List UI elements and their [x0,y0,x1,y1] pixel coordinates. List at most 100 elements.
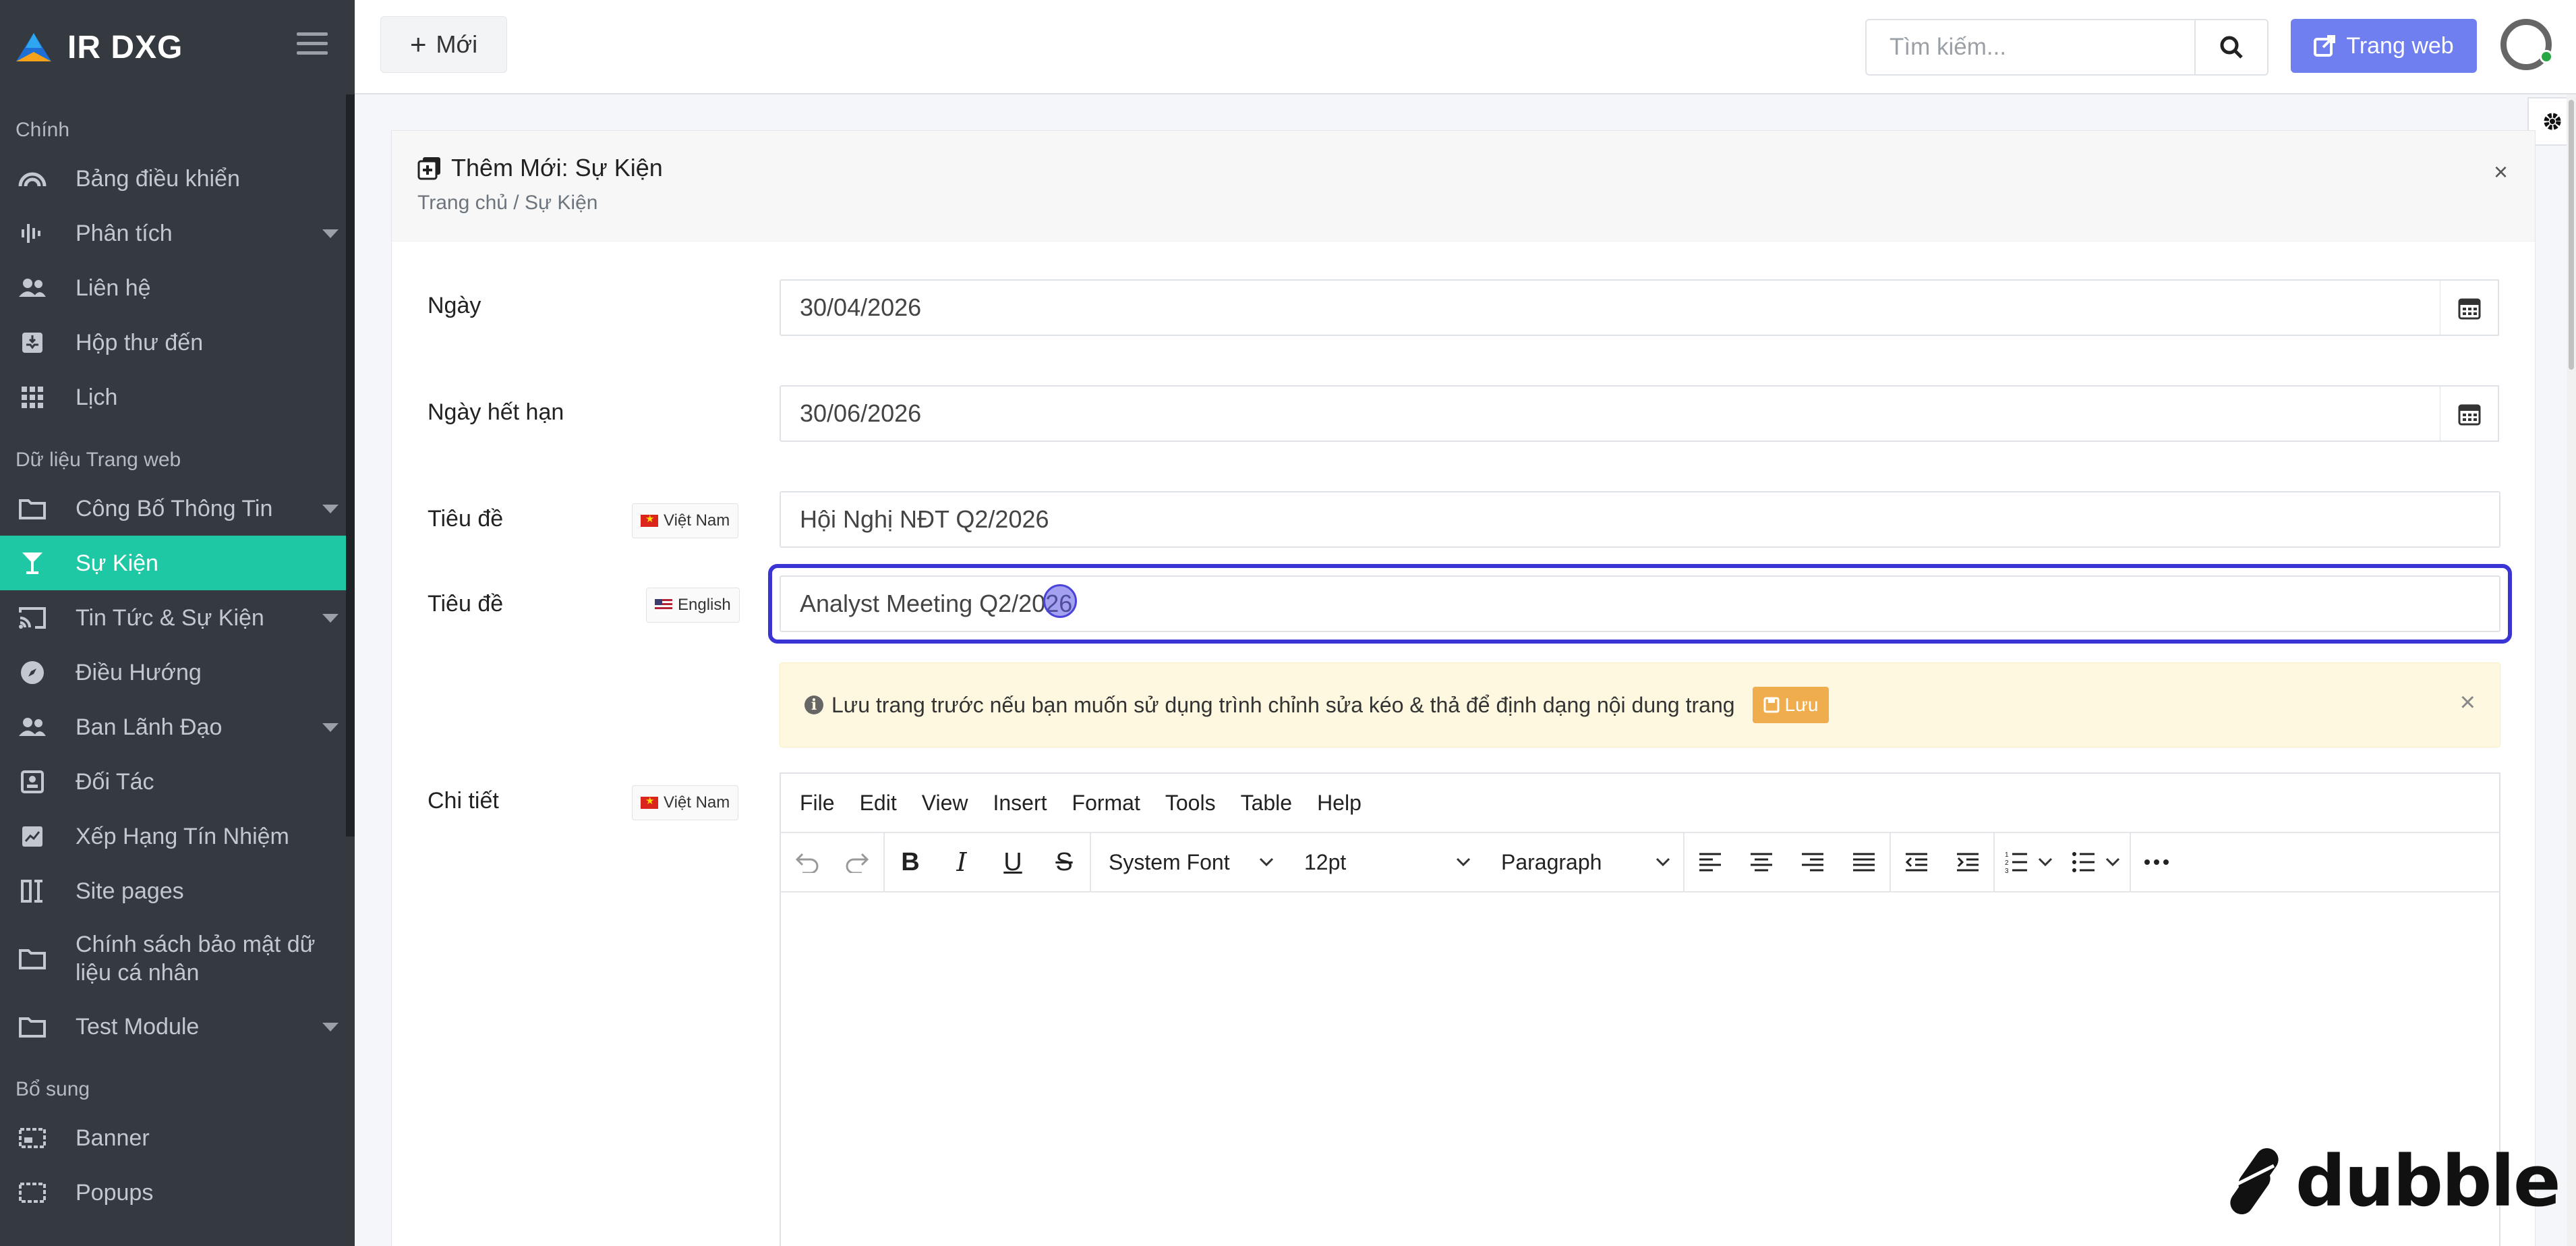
align-left-icon [1699,853,1721,872]
menu-file[interactable]: File [800,791,835,816]
bullet-list-icon [2072,852,2095,872]
sidebar-item-inbox[interactable]: Hộp thư đến [0,315,355,370]
expiry-date-value: 30/06/2026 [800,399,922,427]
title-en-input[interactable]: Analyst Meeting Q2/2026 [780,575,2500,632]
website-button[interactable]: Trang web [2291,19,2477,73]
page-scrollbar-thumb[interactable] [2569,100,2574,370]
outdent-button[interactable] [1891,832,1942,892]
menu-view[interactable]: View [922,791,968,816]
strikethrough-icon: S [1055,847,1073,876]
alert-close-button[interactable]: × [2460,687,2476,718]
sidebar-item-partners[interactable]: Đối Tác [0,754,355,809]
date-picker-button[interactable] [2440,279,2499,336]
sidebar-item-site-pages[interactable]: Site pages [0,863,355,918]
sidebar-item-privacy-policy[interactable]: Chính sách bảo mật dữ liệu cá nhân [0,918,355,999]
sidebar-item-calendar[interactable]: Lịch [0,370,355,424]
menu-table[interactable]: Table [1241,791,1293,816]
sidebar-item-leadership[interactable]: Ban Lãnh Đạo [0,700,355,754]
expiry-date-picker-button[interactable] [2440,385,2499,442]
chevron-down-icon [322,613,339,623]
search-button[interactable] [2194,19,2268,76]
underline-icon: U [1003,847,1022,876]
sidebar-item-credit-rating[interactable]: Xếp Hạng Tín Nhiệm [0,809,355,863]
menu-format[interactable]: Format [1072,791,1140,816]
sidebar-item-label: Tin Tức & Sự Kiện [76,604,264,631]
menu-help[interactable]: Help [1317,791,1362,816]
sidebar-item-label: Sự Kiện [76,550,158,576]
sidebar-item-test-module[interactable]: Test Module [0,999,355,1054]
sidebar-item-banner[interactable]: Banner [0,1110,355,1165]
brand[interactable]: IR DXG [0,0,355,94]
folder-icon [18,944,47,973]
sidebar-item-dashboard[interactable]: Bảng điều khiển [0,151,355,206]
numbered-list-button[interactable]: 123 [1995,832,2062,892]
expiry-date-field[interactable]: 30/06/2026 [780,385,2441,442]
align-left-button[interactable] [1685,832,1736,892]
analytics-wave-icon [18,219,47,248]
undo-button[interactable] [781,832,832,892]
align-center-button[interactable] [1736,832,1787,892]
brand-name: IR DXG [67,29,183,65]
breadcrumb: Trang chủ / Sự Kiện [417,192,598,214]
chevron-down-icon [322,504,339,513]
dubble-watermark: dubble [2223,1140,2561,1222]
block-format-select[interactable]: Paragraph [1484,832,1683,892]
rating-chart-icon [18,822,47,851]
search-input[interactable]: Tìm kiếm... [1865,19,2196,76]
new-button[interactable]: + Mới [380,16,507,73]
block-format-value: Paragraph [1501,849,1602,874]
calendar-grid-icon [18,383,47,412]
calendar-icon [2458,298,2480,320]
alert-save-button[interactable]: Lưu [1752,687,1829,723]
cast-icon [18,603,47,633]
chevron-down-icon [322,723,339,732]
sidebar-item-analytics[interactable]: Phân tích [0,206,355,260]
date-label: Ngày [428,293,481,318]
add-square-icon [417,157,440,180]
align-right-button[interactable] [1787,832,1838,892]
svg-text:2: 2 [2005,859,2009,867]
title-vi-label: Tiêu đề [428,506,504,532]
more-options-button[interactable] [2131,832,2182,892]
sidebar-item-contacts[interactable]: Liên hệ [0,260,355,315]
lang-badge-vietnam-detail: Việt Nam [632,785,739,820]
font-size-select[interactable]: 12pt [1287,832,1484,892]
menu-tools[interactable]: Tools [1165,791,1216,816]
sidebar-item-label: Chính sách bảo mật dữ liệu cá nhân [76,932,316,986]
hamburger-menu-icon[interactable] [297,32,328,57]
redo-button[interactable] [832,832,883,892]
app-root: IR DXG Chính Bảng điều khiển Phân tích L… [0,0,2576,1246]
sidebar-scrollbar[interactable] [346,94,355,837]
online-status-dot [2540,50,2553,63]
bullet-list-button[interactable] [2062,832,2130,892]
menu-insert[interactable]: Insert [993,791,1047,816]
font-family-select[interactable]: System Font [1091,832,1287,892]
bold-button[interactable]: B [885,832,936,892]
close-form-button[interactable]: × [2494,158,2508,186]
sidebar-item-news[interactable]: Tin Tức & Sự Kiện [0,590,355,645]
underline-button[interactable]: U [987,832,1038,892]
nav-section-header: Bổ sung [16,1078,90,1100]
redo-icon [846,853,869,873]
sidebar-item-disclosure[interactable]: Công Bố Thông Tin [0,481,355,536]
title-en-value: Analyst Meeting Q2/2026 [800,590,1073,617]
indent-icon [1957,853,1979,872]
title-en-label: Tiêu đề [428,591,504,617]
sidebar-item-label: Đối Tác [76,768,154,795]
sidebar-item-events[interactable]: Sự Kiện [0,536,346,590]
numbered-list-icon: 123 [2005,851,2027,873]
align-justify-button[interactable] [1838,832,1890,892]
strikethrough-button[interactable]: S [1038,832,1090,892]
vietnam-flag-icon [641,513,658,527]
folder-icon [18,494,47,523]
title-vi-input[interactable]: Hội Nghị NĐT Q2/2026 [780,491,2500,548]
sidebar-item-navigation[interactable]: Điều Hướng [0,645,355,700]
sidebar: IR DXG Chính Bảng điều khiển Phân tích L… [0,0,355,1246]
align-center-icon [1751,853,1772,872]
nav-section-header: Chính [16,119,70,141]
indent-button[interactable] [1942,832,1993,892]
menu-edit[interactable]: Edit [860,791,897,816]
italic-button[interactable]: I [936,832,987,892]
sidebar-item-popups[interactable]: Popups [0,1165,355,1220]
date-field[interactable]: 30/04/2026 [780,279,2441,336]
